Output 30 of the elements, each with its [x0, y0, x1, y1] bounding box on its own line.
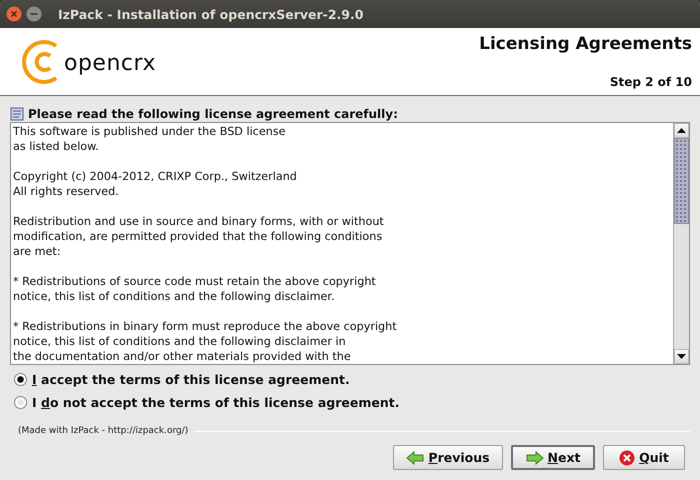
close-icon — [619, 450, 636, 466]
license-paragraph: Copyright (c) 2004-2012, CRIXP Corp., Switzerland All rights reserved. — [13, 169, 298, 199]
prompt-text: Please read the following license agreement carefully: — [28, 107, 398, 121]
radio-button[interactable] — [14, 396, 27, 408]
window-title: IzPack - Installation of opencrxServer-2.9.0 — [58, 6, 364, 22]
previous-button[interactable]: Previous — [393, 445, 503, 470]
up-arrow-icon[interactable] — [677, 128, 686, 133]
radio-label[interactable]: I do not accept the terms of this license agreement. — [32, 394, 400, 410]
page-title: Licensing Agreements — [479, 34, 692, 54]
right-arrow-icon — [526, 450, 544, 464]
license-paragraph: Redistribution and use in source and binary forms, with or without modification, are permitted provided that the following conditions are met: — [13, 214, 385, 259]
footer-credit: (Made with IzPack - http://izpack.org/) — [18, 426, 188, 436]
scrollbar[interactable] — [673, 123, 689, 364]
license-paragraph: * Redistributions of source code must retain the above copyright notice, this list of conditions and the following disclaimer. — [13, 274, 377, 304]
step-counter: Step 2 of 10 — [610, 75, 692, 89]
logo-text: opencrx — [64, 51, 156, 76]
document-icon — [10, 107, 24, 121]
left-arrow-icon — [406, 450, 424, 464]
scrollbar-thumb[interactable] — [674, 138, 689, 224]
license-text-area[interactable] — [10, 122, 690, 365]
down-arrow-icon[interactable] — [677, 354, 686, 359]
radio-button[interactable] — [14, 372, 27, 386]
radio-label[interactable]: I accept the terms of this license agreement. — [32, 372, 350, 386]
minimize-icon[interactable] — [26, 6, 42, 22]
next-button[interactable]: Next — [511, 445, 595, 470]
license-paragraph: This software is published under the BSD license as listed below. — [13, 124, 287, 154]
close-icon[interactable] — [6, 6, 22, 22]
quit-button[interactable]: Quit — [603, 445, 685, 470]
logo-icon — [20, 38, 60, 86]
license-paragraph: * Redistributions in binary form must reproduce the above copyright notice, this list of conditions and the following disclaimer in the documentation and/or other materials provided with the — [13, 319, 398, 364]
